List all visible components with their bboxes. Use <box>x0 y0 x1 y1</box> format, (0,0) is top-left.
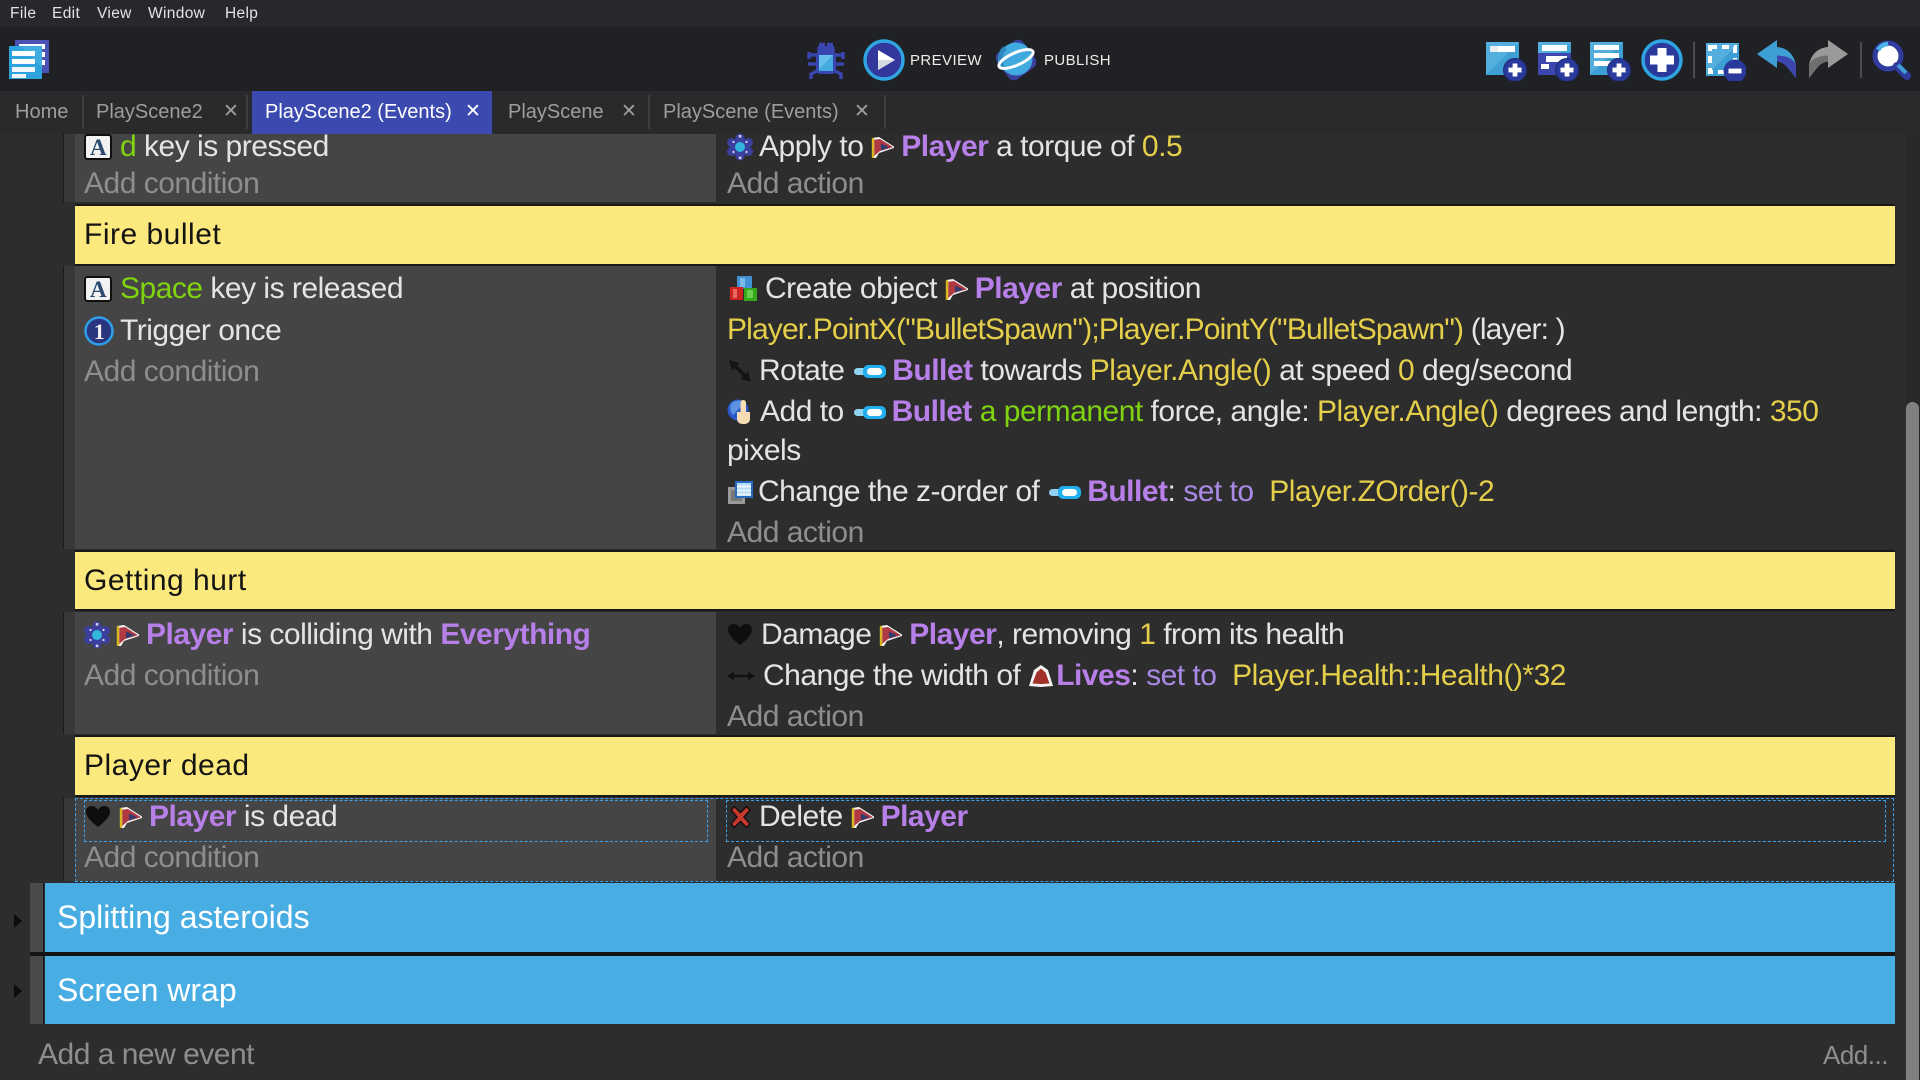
svg-text:1: 1 <box>94 319 105 344</box>
svg-text:A: A <box>90 135 107 160</box>
svg-text:A: A <box>90 277 107 302</box>
